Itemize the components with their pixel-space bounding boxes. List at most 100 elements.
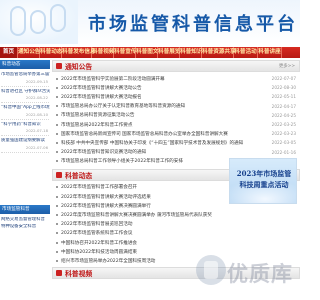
- notice-title: 2022年市场监管科普讲解大赛活动报名: [61, 94, 142, 100]
- notice-date: 2022-04-25: [271, 112, 296, 118]
- sidebar-section-heading: 市场监管科普: [0, 204, 50, 214]
- dynamics-item[interactable]: 2022年市场监管科普工作部署会召开: [56, 183, 228, 192]
- dynamics-title-text: 2022年度市场监管科普讲解大赛决赛圆满举办 蒲河市场监管局代表队获奖: [61, 213, 212, 219]
- bullet-icon: [56, 95, 58, 98]
- notice-item[interactable]: 市场监管总局办公厅关于认定科普教育基地等科普资源的通知 2022-04-17: [56, 102, 300, 111]
- nav-item[interactable]: 科普知识: [180, 47, 202, 58]
- promo-line-1: 2023年市场监管: [236, 169, 292, 178]
- sidebar-link[interactable]: 网络交易监督管理科普: [0, 217, 50, 224]
- nav-item[interactable]: 科普发布信息: [62, 47, 96, 58]
- notice-date: 2022-03-25: [271, 122, 296, 128]
- sidebar-news-link[interactable]: “科学用药”科普知识: [0, 122, 50, 129]
- dynamics-item[interactable]: 中国科协召开2022年科普工作推进会: [56, 238, 228, 247]
- notice-item[interactable]: 市场监管总局2022年科普工作要点 2022-03-25: [56, 120, 300, 129]
- bullet-icon: [56, 232, 58, 235]
- notice-title: 科技部 中共中央宣传部 中国科协关于印发《“十四五”国家科学技术普及发展规划》的…: [61, 140, 244, 146]
- notice-item[interactable]: 科技部 中共中央宣传部 中国科协关于印发《“十四五”国家科学技术普及发展规划》的…: [56, 138, 300, 147]
- notices-header: 通知公告 更多>>: [52, 60, 300, 72]
- site-header: 市场监管科普信息平台: [0, 0, 300, 44]
- nav-item[interactable]: 首页: [0, 47, 18, 58]
- notice-item[interactable]: 2022年市场监管科学实验展第二阶段活动圆满开幕 2022-07-07: [56, 74, 300, 83]
- sidebar-link-list: 网络交易监督管理科普 特种设备安全科普: [0, 214, 50, 230]
- notice-title: 市场监管总局2022年科普工作要点: [61, 122, 133, 128]
- video-icon: [56, 270, 62, 276]
- notice-title: 2022年市场监管科学实验展第二阶段活动圆满开幕: [61, 76, 165, 82]
- notice-title: 市场监管总局科普资源征集活动公告: [61, 113, 135, 119]
- divider: [1, 85, 49, 87]
- nav-item[interactable]: 科普资源共享: [202, 47, 236, 58]
- bullet-icon: [56, 214, 58, 217]
- logo-deco-shape: [30, 10, 46, 34]
- bullet-icon: [56, 241, 58, 244]
- notice-item[interactable]: 2022年市场监管科普知识竞赛活动的通知 2022-01-16: [56, 148, 300, 157]
- dynamics-item[interactable]: 2022年市场监管科普讲解大赛决赛圆满举行: [56, 201, 228, 210]
- bullet-icon: [56, 160, 58, 163]
- site-title: 市场监管科普信息平台: [88, 14, 298, 35]
- nav-item[interactable]: 科普展览: [158, 47, 180, 58]
- notice-title: 2022年市场监管科普知识竞赛活动的通知: [61, 150, 147, 156]
- notice-item[interactable]: 2022年市场监管科普讲解大赛活动公告 2022-08-30: [56, 83, 300, 92]
- bullet-icon: [56, 86, 58, 89]
- nav-item[interactable]: 科普视频: [92, 47, 114, 58]
- news-icon: [56, 171, 62, 178]
- nav-item[interactable]: 科普动态: [40, 47, 62, 58]
- notices-list: 2022年市场监管科学实验展第二阶段活动圆满开幕 2022-07-07 2022年市…: [52, 72, 300, 166]
- dynamics-item[interactable]: 2022年市场监管系统科普工作会议: [56, 229, 228, 238]
- bullet-icon: [56, 223, 58, 226]
- notice-date: 2022-03-23: [271, 131, 296, 137]
- bullet-icon: [56, 195, 58, 198]
- bullet-icon: [56, 186, 58, 189]
- dynamics-item[interactable]: 2022年度市场监管科普讲解大赛决赛圆满举办 蒲河市场监管局代表队获奖: [56, 210, 228, 219]
- nav-item[interactable]: 通知公告: [18, 47, 40, 58]
- bullet-icon: [56, 77, 58, 80]
- sidebar-news-date: 2022-08-10: [25, 111, 48, 117]
- bullet-icon: [56, 132, 58, 135]
- sidebar-news-date: 2022-09-15: [25, 78, 48, 84]
- dynamics-title-text: 2022年市场监管科普讲解大赛决赛圆满举行: [61, 203, 151, 209]
- nav-item[interactable]: 科普宣传: [114, 47, 136, 58]
- sidebar-news-date: 2022-08-22: [25, 95, 48, 101]
- notice-date: 2022-03-05: [271, 140, 296, 146]
- notices-title: 通知公告: [65, 63, 93, 71]
- bullet-icon: [56, 204, 58, 207]
- nav-item[interactable]: 科普活动: [234, 47, 258, 58]
- notice-date: 2022-08-30: [271, 85, 296, 91]
- logo-deco-shape: [50, 4, 66, 32]
- notices-more-link[interactable]: 更多>>: [279, 63, 295, 69]
- dynamics-title-text: 2022年市场监管科普工作部署会召开: [61, 185, 138, 191]
- divider: [1, 151, 49, 153]
- nav-item[interactable]: 科普讲座: [258, 47, 282, 58]
- watermark-text: 优质库: [227, 262, 293, 286]
- logo-deco-shape: [10, 6, 26, 36]
- bullet-icon: [56, 250, 58, 253]
- sidebar-news-date: 2022-07-06: [25, 144, 48, 150]
- notice-title: 市场监管总局办公厅关于认定科普教育基地等科普资源的通知: [61, 104, 186, 110]
- sidebar-news-link[interactable]: 质量强国建设纲要解读: [0, 138, 50, 145]
- site-logo[interactable]: [0, 0, 78, 44]
- bullet-icon: [56, 114, 58, 117]
- main-nav: 首页 通知公告 科普动态 科普发布信息 科普视频 科普宣传 科普图文 科普展览 科普知识 科普资源…: [0, 47, 300, 58]
- dynamics-item[interactable]: 2022年市场监管科普讲解大赛活动评选结果: [56, 192, 228, 201]
- notice-icon: [56, 63, 62, 69]
- bullet-icon: [56, 123, 58, 126]
- notice-item[interactable]: 2022年市场监管科普讲解大赛活动报名 2022-05-11: [56, 92, 300, 101]
- nav-item[interactable]: 科普图文: [136, 47, 158, 58]
- promo-banner[interactable]: 2023年市场监管 科技周重点活动: [229, 158, 297, 204]
- notice-item[interactable]: 市场监管总局科普资源征集活动公告 2022-04-25: [56, 111, 300, 120]
- notice-date: 2022-05-11: [271, 94, 296, 100]
- dynamics-title-text: 2022年市场监管科普讲解大赛活动评选结果: [61, 194, 151, 200]
- left-sidebar: 科普动态 市场监管总局举办第三届计量科普展2022-09-15 科普进社区 守护群…: [0, 60, 50, 300]
- promo-line-2: 科技周重点活动: [239, 180, 289, 189]
- sidebar-link[interactable]: 特种设备安全科普: [0, 224, 50, 231]
- dynamics-item[interactable]: 2022年市场监管科普展览巡回活动: [56, 220, 228, 229]
- notice-date: 2022-01-16: [271, 149, 296, 155]
- bullet-icon: [56, 151, 58, 154]
- bullet-icon: [56, 259, 58, 262]
- sidebar-news-link[interactable]: 科普进社区 守护群众舌尖上的安全: [0, 89, 50, 96]
- sidebar-news-link[interactable]: “科普中国”App上线市场监管频道: [0, 105, 50, 112]
- notice-title: 国家市场监管总局新闻宣传司 国家市场监管总局科普办公室举办全国科普讲解大赛: [61, 131, 228, 137]
- watermark: 优质库: [196, 252, 294, 288]
- notice-item[interactable]: 国家市场监管总局新闻宣传司 国家市场监管总局科普办公室举办全国科普讲解大赛 202…: [56, 129, 300, 138]
- bullet-icon: [56, 141, 58, 144]
- sidebar-news-link[interactable]: 市场监管总局举办第三届计量科普展: [0, 72, 50, 79]
